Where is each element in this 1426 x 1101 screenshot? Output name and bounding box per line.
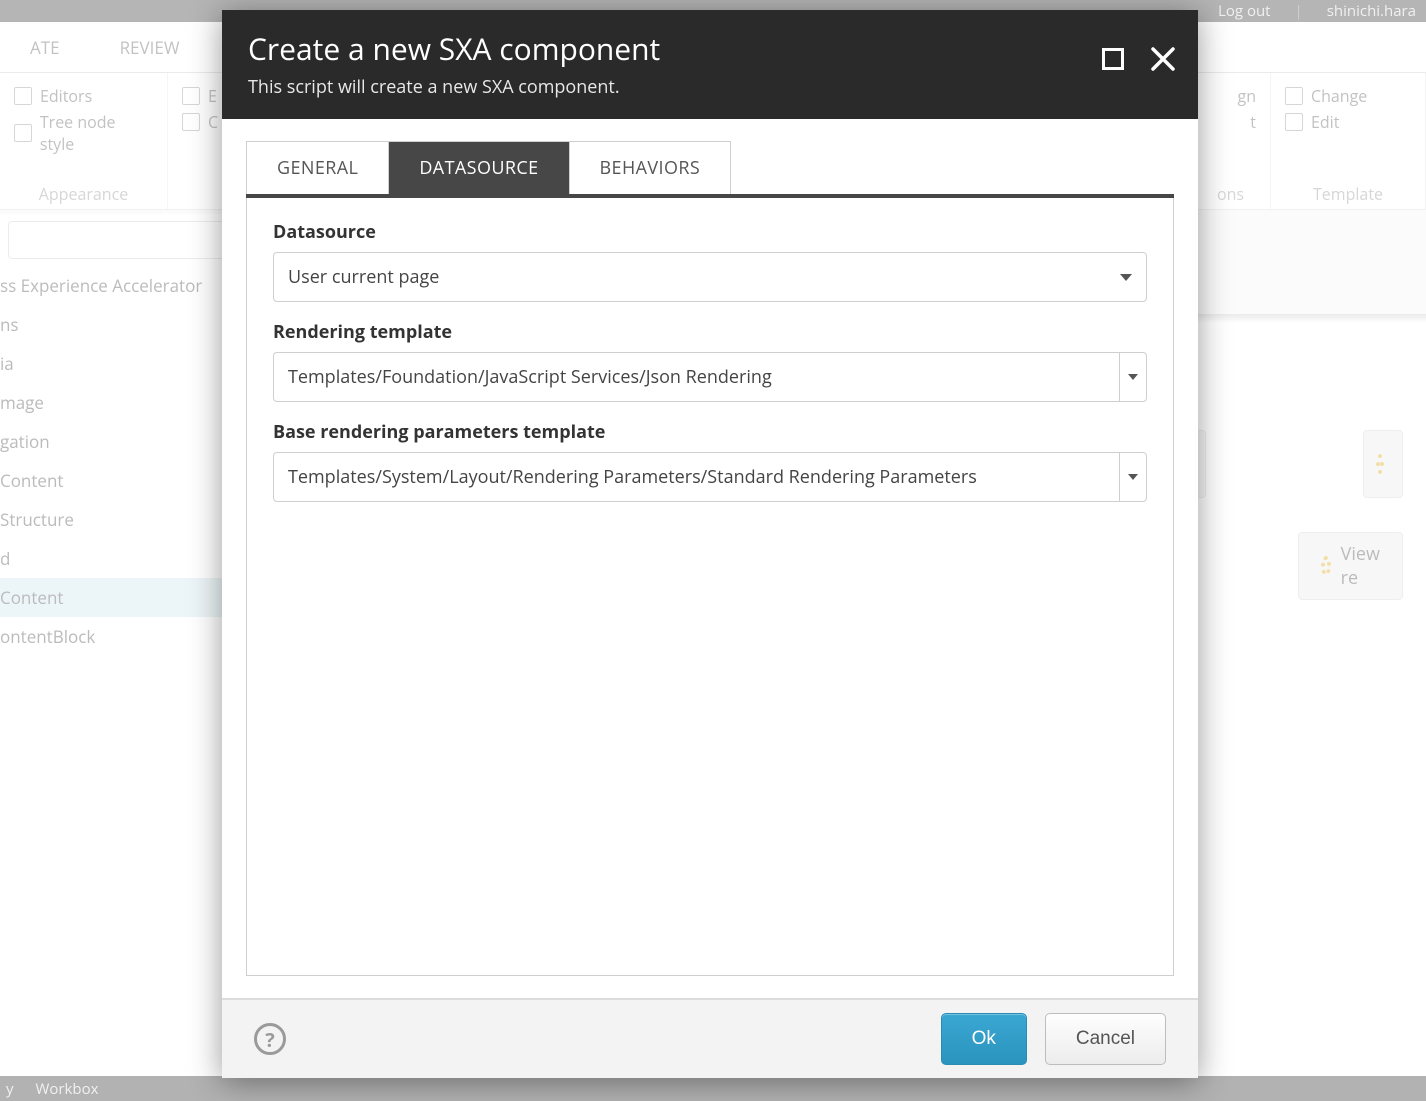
field-base-params-template: Base rendering parameters template Templ… xyxy=(273,420,1147,502)
dialog-header: Create a new SXA component This script w… xyxy=(222,10,1198,119)
chevron-down-icon xyxy=(1120,274,1132,281)
dialog-tabs: GENERAL DATASOURCE BEHAVIORS xyxy=(246,141,731,194)
combo-base-params-template-input[interactable]: Templates/System/Layout/Rendering Parame… xyxy=(273,452,1119,502)
combo-rendering-template-input[interactable]: Templates/Foundation/JavaScript Services… xyxy=(273,352,1119,402)
close-icon xyxy=(1150,46,1176,72)
caret-down-icon xyxy=(1128,374,1138,380)
maximize-button[interactable] xyxy=(1102,46,1124,72)
maximize-icon xyxy=(1102,48,1124,70)
caret-down-icon xyxy=(1128,474,1138,480)
tab-behaviors[interactable]: BEHAVIORS xyxy=(570,142,731,194)
combo-base-params-template: Templates/System/Layout/Rendering Parame… xyxy=(273,452,1147,502)
form-panel: Datasource User current page Rendering t… xyxy=(246,198,1174,976)
ok-button[interactable]: Ok xyxy=(941,1013,1027,1065)
label-base-params-template: Base rendering parameters template xyxy=(273,420,1147,444)
dialog-title: Create a new SXA component xyxy=(248,28,1172,69)
combo-base-params-template-button[interactable] xyxy=(1119,452,1147,502)
select-datasource-value: User current page xyxy=(288,265,439,289)
combo-rendering-template: Templates/Foundation/JavaScript Services… xyxy=(273,352,1147,402)
combo-rendering-template-button[interactable] xyxy=(1119,352,1147,402)
tab-datasource[interactable]: DATASOURCE xyxy=(389,142,569,194)
question-icon: ? xyxy=(265,1026,275,1053)
field-rendering-template: Rendering template Templates/Foundation/… xyxy=(273,320,1147,402)
dialog-subtitle: This script will create a new SXA compon… xyxy=(248,75,1172,99)
label-rendering-template: Rendering template xyxy=(273,320,1147,344)
help-button[interactable]: ? xyxy=(254,1023,286,1055)
field-datasource: Datasource User current page xyxy=(273,220,1147,302)
dialog-footer: ? Ok Cancel xyxy=(222,998,1198,1078)
dialog-create-sxa-component: Create a new SXA component This script w… xyxy=(222,10,1198,1078)
select-datasource[interactable]: User current page xyxy=(273,252,1147,302)
dialog-body: GENERAL DATASOURCE BEHAVIORS Datasource … xyxy=(222,119,1198,998)
close-button[interactable] xyxy=(1150,46,1176,72)
label-datasource: Datasource xyxy=(273,220,1147,244)
cancel-button[interactable]: Cancel xyxy=(1045,1013,1166,1065)
tab-general[interactable]: GENERAL xyxy=(247,142,389,194)
